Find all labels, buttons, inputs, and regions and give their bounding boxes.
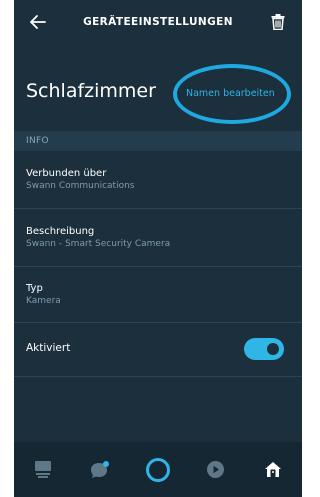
- rename-link[interactable]: Namen bearbeiten: [186, 88, 275, 99]
- field-label: Typ: [26, 283, 43, 294]
- page-title: GERÄTEEINSTELLUNGEN: [83, 16, 233, 28]
- divider: [14, 208, 302, 209]
- field-value: Swann Communications: [26, 181, 135, 191]
- nav-devices[interactable]: [258, 455, 288, 485]
- enabled-toggle[interactable]: [244, 338, 284, 360]
- toggle-knob: [267, 343, 279, 355]
- play-icon: [207, 461, 225, 478]
- trash-icon: [271, 14, 285, 30]
- enabled-label: Aktiviert: [26, 342, 71, 354]
- device-name-row: Schlafzimmer Namen bearbeiten: [14, 62, 302, 124]
- divider: [14, 266, 302, 267]
- device-name: Schlafzimmer: [26, 80, 156, 102]
- devices-icon: [265, 462, 282, 477]
- type-field: Typ Kamera: [26, 283, 290, 306]
- nav-communicate[interactable]: [85, 455, 115, 485]
- nav-alexa[interactable]: [143, 455, 173, 485]
- section-heading: INFO: [26, 136, 49, 146]
- bottom-navigation: [14, 442, 302, 497]
- connected-via-field: Verbunden über Swann Communications: [26, 168, 290, 191]
- arrow-left-icon: [30, 15, 46, 29]
- nav-play[interactable]: [201, 455, 231, 485]
- divider: [14, 376, 302, 377]
- home-feed-icon: [34, 461, 51, 478]
- enabled-row: Aktiviert: [26, 338, 290, 362]
- field-label: Beschreibung: [26, 226, 95, 237]
- description-field: Beschreibung Swann - Smart Security Came…: [26, 226, 290, 249]
- field-label: Verbunden über: [26, 168, 107, 179]
- alexa-ring-icon: [145, 457, 170, 482]
- communicate-icon: [91, 460, 110, 478]
- field-value: Kamera: [26, 296, 61, 306]
- app-screen: GERÄTEEINSTELLUNGEN Schlafzimmer Namen b…: [14, 0, 302, 497]
- back-button[interactable]: [26, 10, 50, 34]
- nav-home[interactable]: [28, 455, 58, 485]
- field-value: Swann - Smart Security Camera: [26, 239, 171, 249]
- top-bar: GERÄTEEINSTELLUNGEN: [14, 0, 302, 44]
- delete-button[interactable]: [266, 10, 290, 34]
- info-section-header: INFO: [14, 131, 302, 151]
- divider: [14, 322, 302, 323]
